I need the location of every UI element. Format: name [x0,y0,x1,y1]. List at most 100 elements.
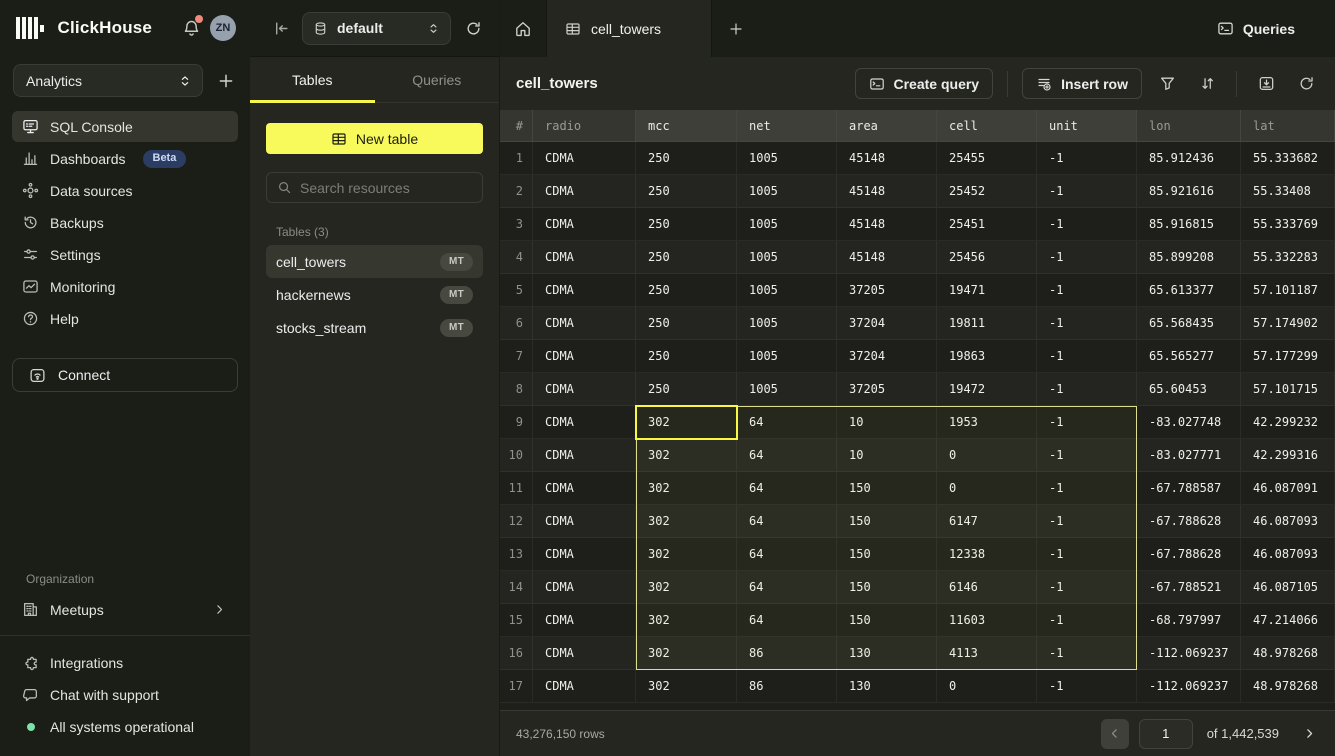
grid-cell-net[interactable]: 86 [737,670,837,703]
grid-cell-net[interactable]: 1005 [737,142,837,175]
grid-cell-lon[interactable]: -67.788587 [1137,472,1241,505]
grid-cell-lon[interactable]: -68.797997 [1137,604,1241,637]
grid-cell-net[interactable]: 64 [737,406,837,439]
grid-cell-lon[interactable]: -67.788628 [1137,538,1241,571]
grid-cell-cell[interactable]: 0 [937,472,1037,505]
grid-cell-unit[interactable]: -1 [1037,637,1137,670]
grid-cell-area[interactable]: 45148 [837,142,937,175]
grid-cell-lat[interactable]: 48.978268 [1241,637,1335,670]
column-header-net[interactable]: net [737,110,837,142]
row-number[interactable]: 9 [500,406,533,439]
sidebar-item-help[interactable]: Help [12,303,238,334]
grid-cell-lon[interactable]: -67.788628 [1137,505,1241,538]
user-avatar[interactable]: ZN [210,15,236,41]
grid-cell-cell[interactable]: 1953 [937,406,1037,439]
tab-queries[interactable]: Queries [375,57,500,102]
grid-cell-cell[interactable]: 25451 [937,208,1037,241]
grid-cell-unit[interactable]: -1 [1037,670,1137,703]
grid-cell-lat[interactable]: 47.214066 [1241,604,1335,637]
grid-cell-area[interactable]: 130 [837,670,937,703]
grid-cell-net[interactable]: 64 [737,538,837,571]
grid-cell-unit[interactable]: -1 [1037,340,1137,373]
grid-cell-radio[interactable]: CDMA [533,142,636,175]
grid-cell-cell[interactable]: 25456 [937,241,1037,274]
grid-cell-cell[interactable]: 19471 [937,274,1037,307]
add-service-button[interactable] [215,70,237,92]
table-list-item-hackernews[interactable]: hackernewsMT [266,278,483,311]
grid-cell-lat[interactable]: 55.333769 [1241,208,1335,241]
grid-cell-net[interactable]: 1005 [737,274,837,307]
grid-cell-mcc[interactable]: 302 [636,505,737,538]
grid-cell-radio[interactable]: CDMA [533,406,636,439]
grid-cell-lon[interactable]: -112.069237 [1137,670,1241,703]
grid-cell-net[interactable]: 1005 [737,208,837,241]
grid-cell-radio[interactable]: CDMA [533,604,636,637]
row-number[interactable]: 17 [500,670,533,703]
new-table-button[interactable]: New table [266,123,483,154]
grid-cell-radio[interactable]: CDMA [533,241,636,274]
grid-cell-lon[interactable]: 85.912436 [1137,142,1241,175]
grid-cell-area[interactable]: 150 [837,472,937,505]
create-query-button[interactable]: Create query [855,68,994,99]
sidebar-item-backups[interactable]: Backups [12,207,238,238]
grid-cell-unit[interactable]: -1 [1037,439,1137,472]
grid-cell-cell[interactable]: 25452 [937,175,1037,208]
grid-cell-lon[interactable]: -67.788521 [1137,571,1241,604]
grid-cell-mcc[interactable]: 302 [636,670,737,703]
column-header-mcc[interactable]: mcc [636,110,737,142]
grid-cell-lon[interactable]: -112.069237 [1137,637,1241,670]
page-input[interactable] [1139,719,1193,749]
grid-cell-lat[interactable]: 46.087093 [1241,538,1335,571]
row-number[interactable]: 1 [500,142,533,175]
workspace-selector[interactable]: Analytics [13,64,203,97]
new-tab-button[interactable] [712,0,760,57]
home-button[interactable] [500,0,546,57]
grid-cell-lon[interactable]: 65.568435 [1137,307,1241,340]
grid-cell-net[interactable]: 1005 [737,373,837,406]
grid-cell-lat[interactable]: 42.299316 [1241,439,1335,472]
grid-cell-unit[interactable]: -1 [1037,208,1137,241]
grid-cell-mcc[interactable]: 250 [636,142,737,175]
sidebar-item-meetups[interactable]: Meetups [12,594,238,625]
row-number[interactable]: 7 [500,340,533,373]
grid-cell-mcc[interactable]: 250 [636,208,737,241]
grid-cell-lat[interactable]: 57.177299 [1241,340,1335,373]
grid-cell-area[interactable]: 150 [837,604,937,637]
grid-cell-radio[interactable]: CDMA [533,637,636,670]
grid-cell-unit[interactable]: -1 [1037,307,1137,340]
next-page-button[interactable] [1297,719,1321,749]
grid-cell-lat[interactable]: 46.087091 [1241,472,1335,505]
grid-cell-area[interactable]: 150 [837,538,937,571]
grid-cell-lon[interactable]: 65.565277 [1137,340,1241,373]
grid-cell-area[interactable]: 37205 [837,274,937,307]
integrations-link[interactable]: Integrations [12,648,238,678]
table-list-item-cell_towers[interactable]: cell_towersMT [266,245,483,278]
grid-cell-net[interactable]: 64 [737,571,837,604]
grid-cell-lon[interactable]: 85.921616 [1137,175,1241,208]
grid-cell-net[interactable]: 64 [737,439,837,472]
sidebar-item-sql-console[interactable]: SQL Console [12,111,238,142]
grid-cell-radio[interactable]: CDMA [533,505,636,538]
grid-cell-lat[interactable]: 42.299232 [1241,406,1335,439]
grid-cell-area[interactable]: 10 [837,439,937,472]
column-header-unit[interactable]: unit [1037,110,1137,142]
grid-cell-lat[interactable]: 55.33408 [1241,175,1335,208]
row-number[interactable]: 4 [500,241,533,274]
grid-cell-cell[interactable]: 0 [937,439,1037,472]
grid-cell-cell[interactable]: 6147 [937,505,1037,538]
grid-cell-lat[interactable]: 57.101187 [1241,274,1335,307]
grid-cell-area[interactable]: 150 [837,505,937,538]
tab-cell-towers[interactable]: cell_towers [546,0,712,57]
grid-cell-lon[interactable]: 85.899208 [1137,241,1241,274]
grid-cell-cell[interactable]: 25455 [937,142,1037,175]
database-selector[interactable]: default [302,12,451,45]
grid-cell-unit[interactable]: -1 [1037,604,1137,637]
grid-cell-area[interactable]: 150 [837,571,937,604]
grid-cell-area[interactable]: 130 [837,637,937,670]
grid-cell-cell[interactable]: 19472 [937,373,1037,406]
column-header-cell[interactable]: cell [937,110,1037,142]
grid-cell-net[interactable]: 1005 [737,241,837,274]
grid-cell-unit[interactable]: -1 [1037,274,1137,307]
grid-cell-cell[interactable]: 19811 [937,307,1037,340]
queries-button[interactable]: Queries [1205,0,1335,57]
